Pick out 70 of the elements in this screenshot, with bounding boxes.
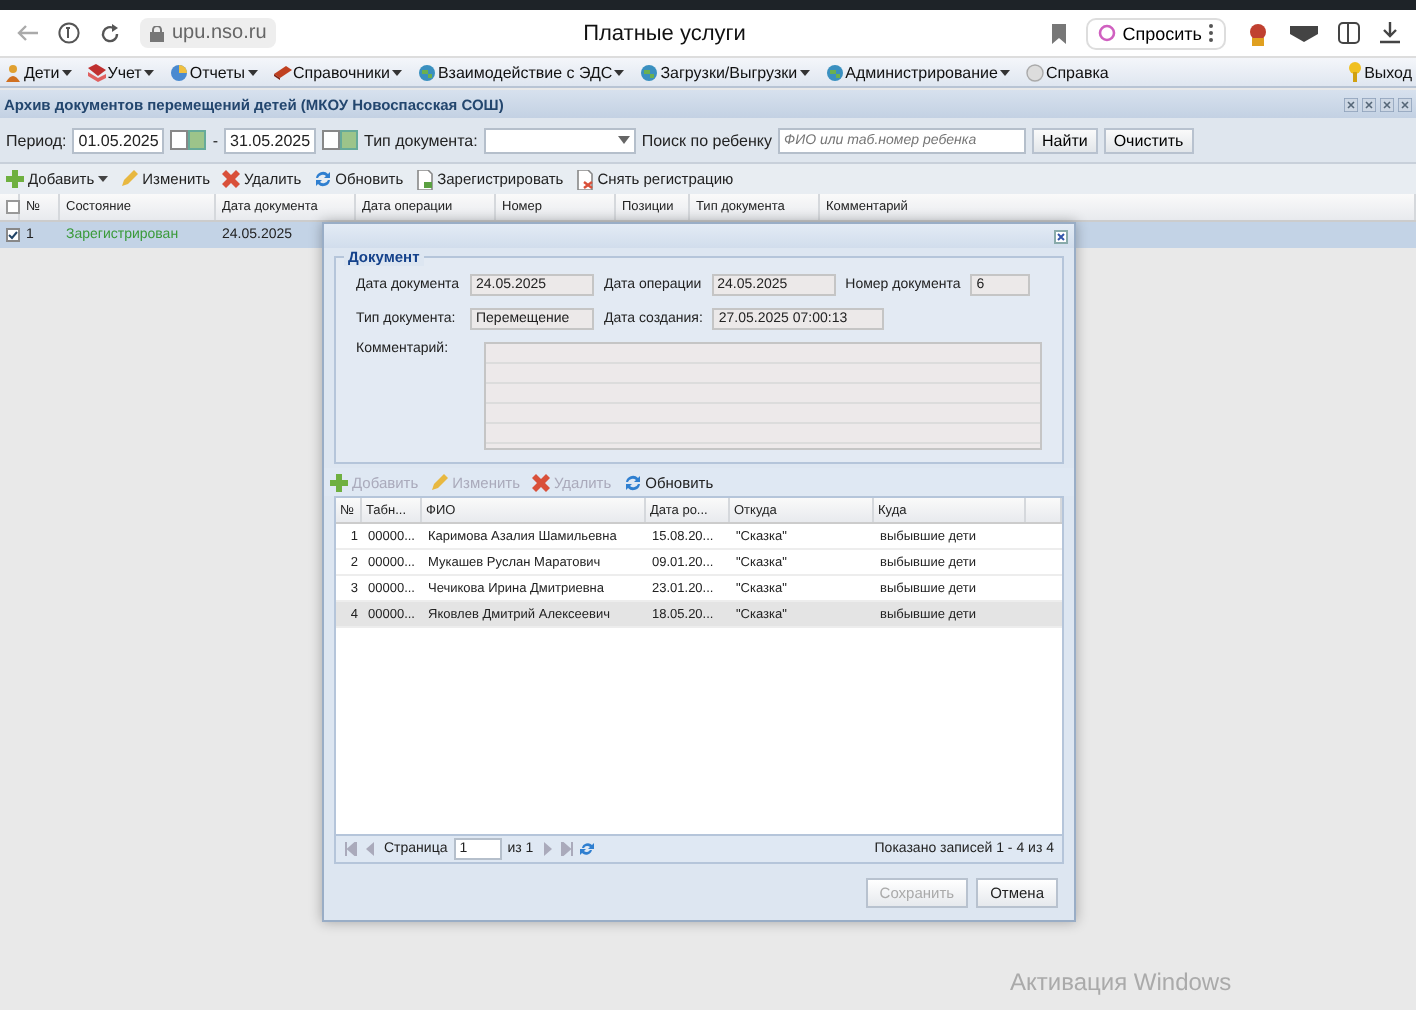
globe-icon <box>825 63 844 81</box>
document-icon <box>575 169 594 189</box>
pencil-icon <box>120 170 139 188</box>
caret-icon <box>61 69 72 75</box>
caret-icon <box>391 69 402 75</box>
caret-icon <box>98 176 109 182</box>
address-field[interactable]: upu.nso.ru <box>140 18 277 48</box>
menu-item[interactable]: Взаимодействие с ЭДС <box>417 63 625 81</box>
caret-icon <box>614 69 625 75</box>
date-field[interactable]: 01.05.2025 <box>72 127 165 153</box>
ask-button[interactable]: Спросить <box>1086 17 1226 49</box>
chart-icon <box>169 63 188 81</box>
refresh-icon <box>313 170 332 188</box>
refresh-icon <box>623 473 642 491</box>
find-button[interactable]: Найти <box>1032 127 1098 153</box>
reload-icon <box>100 23 120 43</box>
caret-icon <box>799 69 810 75</box>
clear-button[interactable]: Очистить <box>1103 127 1194 153</box>
period-label: Период: <box>6 131 67 149</box>
globe-icon <box>640 63 659 81</box>
back-arrow-icon <box>16 24 38 42</box>
calendar-icon <box>170 130 207 150</box>
document-icon <box>415 169 434 189</box>
caret-icon <box>247 69 257 75</box>
activation-notice: Активация Windows <box>1010 968 1232 996</box>
document-type-dropdown[interactable] <box>483 127 636 153</box>
close-icon <box>1398 97 1412 111</box>
next-page-icon[interactable] <box>539 842 554 856</box>
checkbox-icon[interactable] <box>6 200 20 214</box>
search-label: Поиск по ребенку <box>641 131 772 149</box>
more-icon <box>1208 24 1214 42</box>
pencil-icon <box>430 473 449 491</box>
date-field[interactable]: 31.05.2025 <box>224 127 317 153</box>
key-icon <box>1348 62 1363 82</box>
menu-item[interactable]: Учет <box>87 63 154 81</box>
browser-logo-icon <box>58 22 80 44</box>
plus-icon <box>6 170 24 188</box>
first-page-icon[interactable] <box>344 842 358 856</box>
menu-item[interactable]: Администрирование <box>825 63 1010 81</box>
document-type-label: Тип документа: <box>364 131 478 149</box>
menu-item[interactable]: Справочники <box>273 63 402 81</box>
url-text: upu.nso.ru <box>172 22 267 44</box>
last-page-icon[interactable] <box>559 842 574 856</box>
download-icon <box>1380 22 1400 44</box>
person-icon <box>4 63 22 81</box>
lock-icon <box>150 25 164 41</box>
checkbox-icon[interactable] <box>6 228 20 242</box>
comment-field[interactable] <box>484 342 1042 450</box>
menu-item[interactable]: Дети <box>4 63 72 81</box>
cross-icon <box>222 170 240 188</box>
menu-item[interactable]: Загрузки/Выгрузки <box>640 63 810 81</box>
bookmark-icon <box>1052 23 1067 43</box>
page-title: Платные услуги <box>581 21 748 45</box>
caret-icon <box>617 136 630 144</box>
caret-icon <box>999 69 1010 75</box>
cross-icon <box>532 473 550 491</box>
menu-item[interactable]: Отчеты <box>169 63 257 81</box>
refresh-icon[interactable] <box>579 842 594 856</box>
book-icon <box>273 63 291 81</box>
menu-item[interactable]: Справка <box>1025 63 1109 81</box>
caret-icon <box>143 69 154 75</box>
panel-icon <box>1338 22 1360 44</box>
globe-icon <box>417 63 436 81</box>
book-icon <box>87 63 106 81</box>
separator-text: - <box>212 131 218 149</box>
calendar-icon <box>322 130 359 150</box>
previous-page-icon[interactable] <box>364 842 378 856</box>
close-icon[interactable] <box>1054 229 1068 243</box>
plus-icon <box>330 473 348 491</box>
logout-button[interactable]: Выход <box>1348 62 1412 82</box>
